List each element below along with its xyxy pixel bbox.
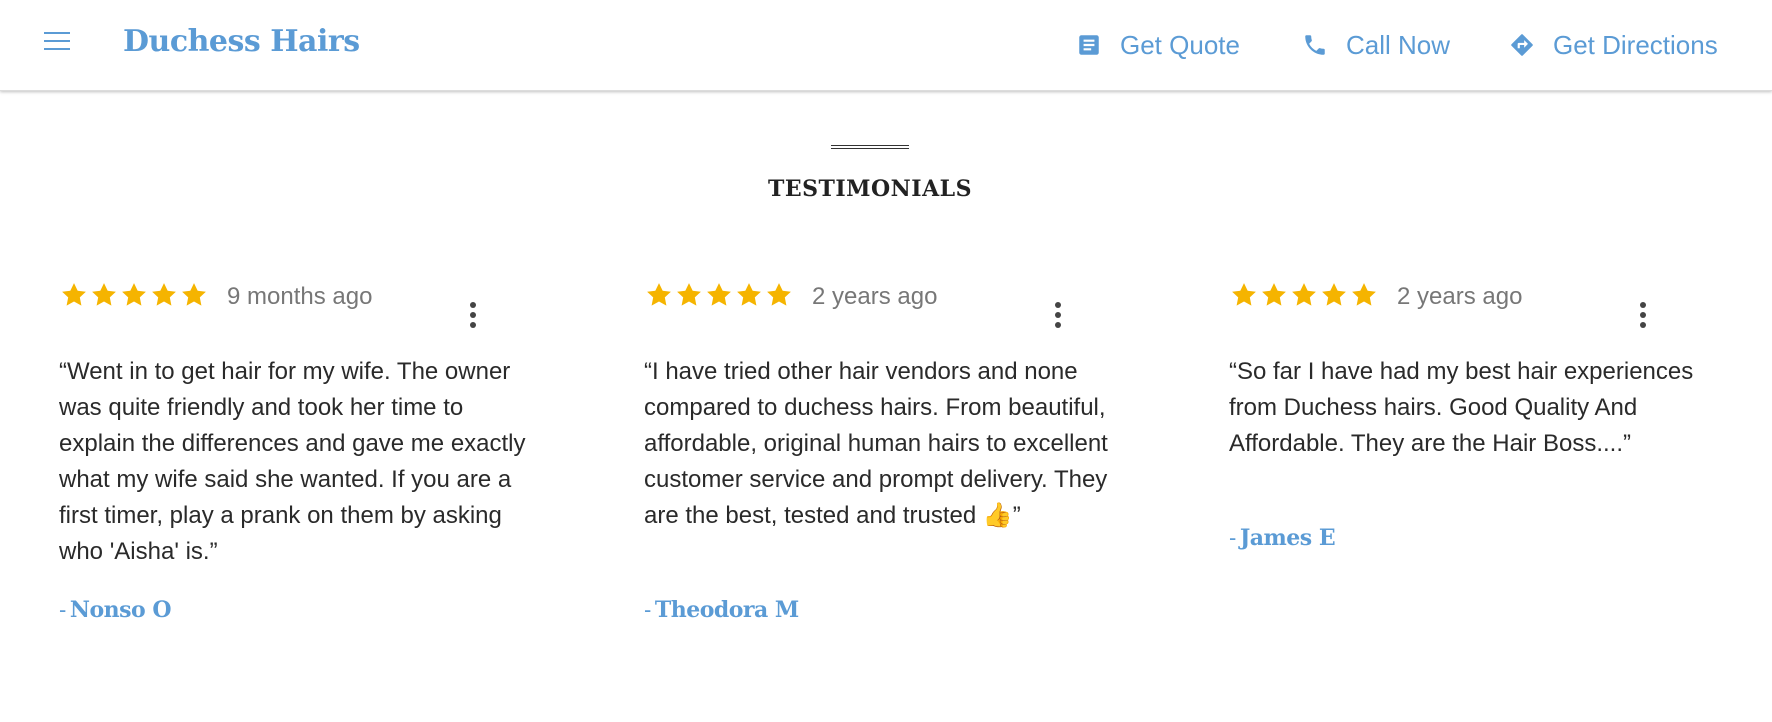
author-name: Theodora M bbox=[654, 597, 799, 623]
author-prefix: - bbox=[59, 597, 66, 622]
section-divider bbox=[831, 145, 909, 149]
star-rating bbox=[644, 280, 794, 310]
star-icon bbox=[1292, 283, 1316, 306]
document-icon bbox=[1079, 35, 1099, 55]
more-vertical-icon[interactable] bbox=[467, 302, 479, 334]
star-icon bbox=[1322, 283, 1346, 306]
star-icon bbox=[647, 283, 671, 306]
star-icon bbox=[707, 283, 731, 306]
top-app-bar: Duchess Hairs Get Quote Call Now Get Dir… bbox=[0, 0, 1772, 91]
star-rating bbox=[1229, 280, 1379, 310]
star-icon bbox=[767, 283, 791, 306]
testimonial-author: - Theodora M bbox=[644, 597, 799, 623]
testimonial-quote: “I have tried other hair vendors and non… bbox=[644, 358, 1108, 529]
author-name: James E bbox=[1239, 525, 1336, 551]
star-icon bbox=[152, 283, 176, 306]
call-now-label: Call Now bbox=[1346, 29, 1451, 60]
testimonial-author: - Nonso O bbox=[59, 597, 172, 623]
author-name: Nonso O bbox=[69, 597, 172, 623]
more-vertical-icon[interactable] bbox=[1052, 302, 1064, 334]
brand-logo-text[interactable]: Duchess Hairs bbox=[123, 24, 360, 59]
hamburger-menu-icon[interactable] bbox=[42, 30, 72, 54]
star-icon bbox=[182, 283, 206, 306]
star-icon bbox=[677, 283, 701, 306]
testimonial-quote: “So far I have had my best hair experien… bbox=[1229, 358, 1694, 457]
star-icon bbox=[1352, 283, 1376, 306]
phone-icon bbox=[1305, 35, 1325, 55]
author-prefix: - bbox=[1229, 525, 1236, 550]
review-age: 2 years ago bbox=[812, 283, 938, 310]
call-now-button[interactable]: Call Now bbox=[1302, 28, 1450, 62]
get-directions-label: Get Directions bbox=[1553, 29, 1718, 60]
section-title: TESTIMONIALS bbox=[767, 176, 973, 202]
testimonial-author: - James E bbox=[1229, 525, 1336, 551]
star-icon bbox=[1262, 283, 1286, 306]
author-prefix: - bbox=[644, 597, 651, 622]
get-quote-label: Get Quote bbox=[1120, 29, 1240, 60]
get-quote-button[interactable]: Get Quote bbox=[1076, 28, 1240, 62]
more-vertical-icon[interactable] bbox=[1637, 302, 1649, 334]
testimonial-quote: “Went in to get hair for my wife. The ow… bbox=[59, 358, 526, 565]
get-directions-button[interactable]: Get Directions bbox=[1509, 28, 1718, 62]
star-icon bbox=[92, 283, 116, 306]
review-age: 9 months ago bbox=[227, 283, 373, 310]
star-icon bbox=[122, 283, 146, 306]
star-rating bbox=[59, 280, 209, 310]
review-age: 2 years ago bbox=[1397, 283, 1523, 310]
star-icon bbox=[1232, 283, 1256, 306]
directions-icon bbox=[1511, 34, 1533, 56]
star-icon bbox=[62, 283, 86, 306]
star-icon bbox=[737, 283, 761, 306]
